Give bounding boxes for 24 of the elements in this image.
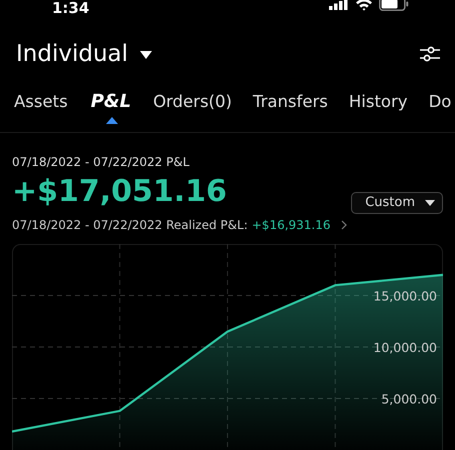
- period-label: 07/18/2022 - 07/22/2022 P&L: [12, 155, 190, 169]
- wifi-icon: [355, 0, 373, 10]
- caret-icon: [140, 51, 152, 59]
- tab[interactable]: Do: [428, 88, 454, 114]
- battery-icon: [379, 0, 409, 11]
- settings-icon[interactable]: [419, 44, 441, 64]
- total-pnl: +$17,051.16: [12, 175, 227, 208]
- realized-value: +$16,931.16: [252, 218, 331, 232]
- status-time: 1:34: [52, 1, 90, 16]
- caret-icon: [425, 200, 435, 206]
- tab[interactable]: Assets: [14, 88, 71, 114]
- tab[interactable]: History: [348, 88, 411, 114]
- range-dropdown[interactable]: Custom: [351, 192, 443, 214]
- y-tick-label: 15,000.00: [373, 288, 437, 304]
- signal-icon: [329, 0, 349, 10]
- chevron-right-icon[interactable]: [340, 220, 347, 230]
- tab[interactable]: Transfers: [252, 88, 331, 114]
- y-tick-label: 5,000.00: [381, 392, 437, 406]
- y-tick-label: 10,000.00: [373, 340, 437, 355]
- tab[interactable]: P&L: [88, 88, 136, 114]
- triangle-indicator-icon: [106, 117, 118, 124]
- account-dropdown[interactable]: Individual: [16, 41, 152, 67]
- realized-label: 07/18/2022 - 07/22/2022 Realized P&L:: [12, 218, 248, 232]
- tab[interactable]: Orders(0): [153, 88, 235, 114]
